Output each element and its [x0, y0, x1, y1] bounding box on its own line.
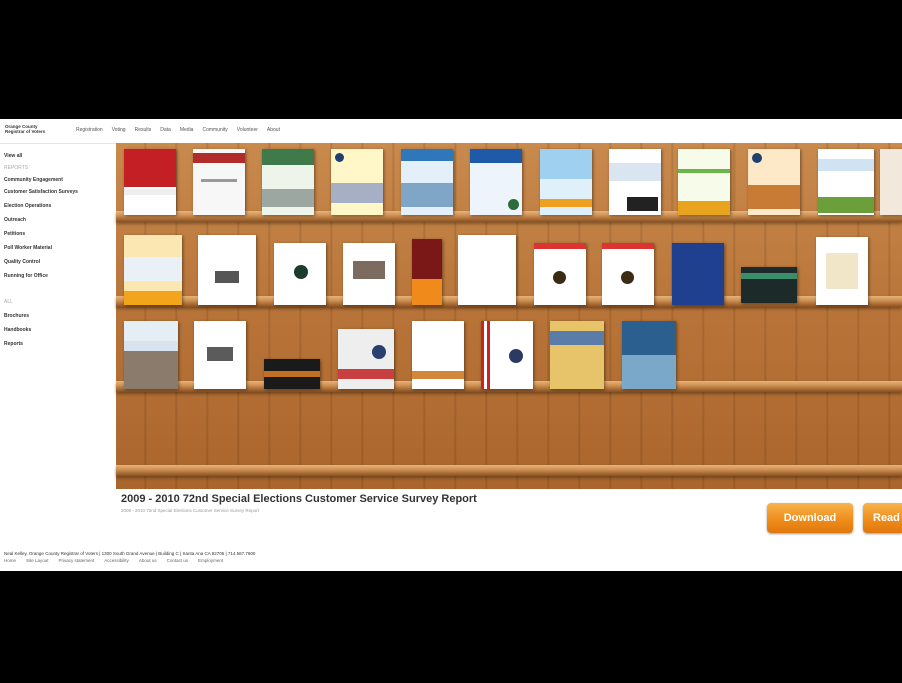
footer-links: Home Site Layout Privacy statement Acces… [4, 558, 223, 563]
sidebar-item-community-engagement[interactable]: Community Engagement [4, 177, 114, 183]
nav-volunteer[interactable]: Volunteer [237, 127, 258, 133]
report-cover[interactable] [124, 149, 176, 215]
sidebar-heading-reports: REPORTS [4, 165, 29, 171]
report-cover[interactable] [198, 235, 256, 305]
sidebar-item-quality-control[interactable]: Quality Control [4, 259, 114, 265]
sidebar-item-outreach[interactable]: Outreach [4, 217, 114, 223]
sidebar-item-reports[interactable]: Reports [4, 341, 114, 347]
report-cover[interactable] [540, 149, 592, 215]
selected-report-subtitle: 2009 - 2010 72nd Special Elections Custo… [121, 508, 259, 513]
report-cover[interactable] [338, 329, 394, 389]
nav-about[interactable]: About [267, 127, 280, 133]
report-cover[interactable] [609, 149, 661, 215]
report-cover[interactable] [818, 149, 874, 215]
report-cover[interactable] [748, 149, 800, 215]
report-cover[interactable] [412, 321, 464, 389]
report-cover[interactable] [534, 243, 586, 305]
footer-link-privacy[interactable]: Privacy statement [59, 558, 95, 563]
download-button[interactable]: Download [767, 503, 853, 533]
selected-report-title: 2009 - 2010 72nd Special Elections Custo… [121, 493, 477, 505]
report-cover[interactable] [880, 149, 902, 215]
app-window: Orange County Registrar of Voters Regist… [0, 119, 902, 571]
sidebar-item-poll-worker-material[interactable]: Poll Worker Material [4, 245, 114, 251]
report-cover[interactable] [331, 149, 383, 215]
nav-voting[interactable]: Voting [112, 127, 126, 133]
report-cover[interactable] [550, 321, 604, 389]
shelf-plank-4 [116, 465, 902, 476]
footer-address: Neal Kelley, Orange County Registrar of … [4, 551, 256, 556]
sidebar-item-petitions[interactable]: Petitions [4, 231, 114, 237]
sidebar-item-election-operations[interactable]: Election Operations [4, 203, 114, 209]
report-cover[interactable] [262, 149, 314, 215]
footer-link-contact-us[interactable]: Contact us [167, 558, 189, 563]
report-cover[interactable] [264, 359, 320, 389]
sidebar-item-brochures[interactable]: Brochures [4, 313, 114, 319]
report-cover[interactable] [124, 321, 178, 389]
report-cover[interactable] [401, 149, 453, 215]
sidebar-heading-all: ALL [4, 299, 13, 305]
site-logo[interactable]: Orange County Registrar of Voters [5, 124, 65, 134]
report-cover[interactable] [193, 149, 245, 215]
report-cover[interactable] [470, 149, 522, 215]
report-cover[interactable] [412, 239, 442, 305]
sidebar-item-handbooks[interactable]: Handbooks [4, 327, 114, 333]
report-cover[interactable] [622, 321, 676, 389]
nav-results[interactable]: Results [135, 127, 152, 133]
footer-link-employment[interactable]: Employment [198, 558, 223, 563]
footer-link-about-us[interactable]: About us [139, 558, 157, 563]
sidebar-item-view-all[interactable]: View all [4, 153, 114, 159]
report-cover[interactable] [274, 243, 326, 305]
sidebar: View all REPORTS Community Engagement Cu… [0, 149, 114, 347]
main-nav: Registration Voting Results Data Media C… [76, 127, 280, 133]
nav-media[interactable]: Media [180, 127, 194, 133]
report-cover[interactable] [672, 243, 724, 305]
footer-link-home[interactable]: Home [4, 558, 16, 563]
report-cover[interactable] [816, 237, 868, 305]
report-cover[interactable] [124, 235, 182, 305]
report-cover[interactable] [678, 149, 730, 215]
nav-data[interactable]: Data [160, 127, 171, 133]
footer-link-site-layout[interactable]: Site Layout [26, 558, 49, 563]
nav-registration[interactable]: Registration [76, 127, 103, 133]
bookshelf [116, 143, 902, 489]
nav-community[interactable]: Community [202, 127, 227, 133]
report-cover[interactable] [602, 243, 654, 305]
report-cover[interactable] [343, 243, 395, 305]
sidebar-item-running-for-office[interactable]: Running for Office [4, 273, 114, 279]
report-cover[interactable] [481, 321, 533, 389]
logo-line-2: Registrar of Voters [5, 129, 46, 134]
read-button[interactable]: Read [863, 503, 902, 533]
sidebar-item-customer-satisfaction[interactable]: Customer Satisfaction Surveys [4, 189, 84, 195]
footer-link-accessibility[interactable]: Accessibility [104, 558, 129, 563]
report-cover[interactable] [741, 267, 797, 303]
report-cover[interactable] [458, 235, 516, 305]
top-navigation: Orange County Registrar of Voters Regist… [0, 119, 902, 144]
report-cover[interactable] [194, 321, 246, 389]
